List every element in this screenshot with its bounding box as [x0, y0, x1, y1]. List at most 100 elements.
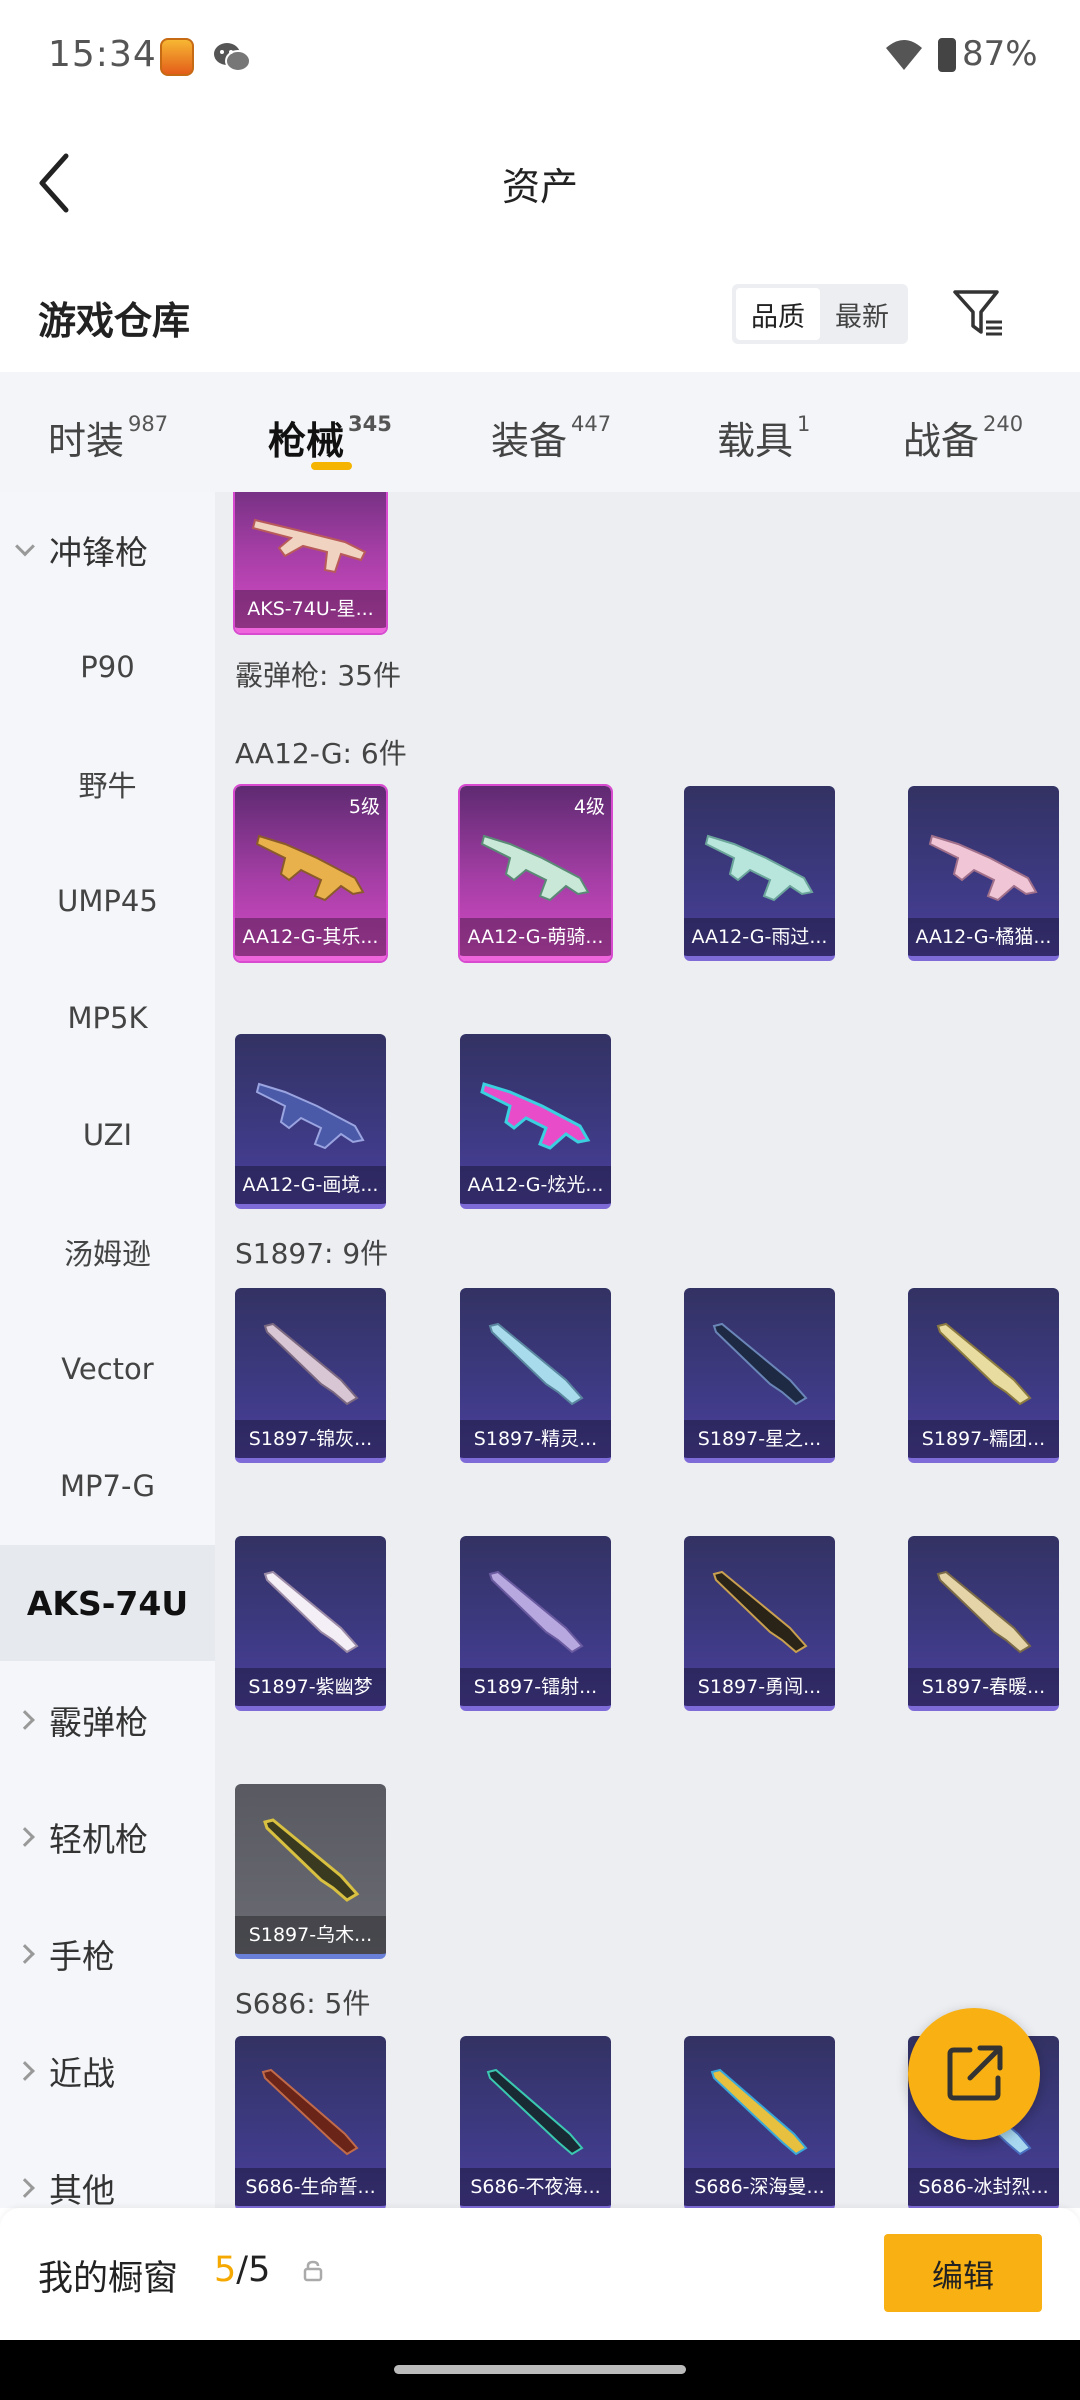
- tab-vehicles[interactable]: 载具 1: [717, 410, 810, 465]
- weapon-name: AA12-G-萌骑...: [460, 918, 611, 956]
- chevron-right-icon: [15, 1710, 35, 1730]
- share-external-icon: [947, 2045, 1003, 2101]
- pump-shotgun-icon: [488, 1322, 584, 1406]
- pump-shotgun-icon: [936, 1322, 1032, 1406]
- double-barrel-icon: [486, 2068, 584, 2156]
- edit-button[interactable]: 编辑: [884, 2234, 1042, 2312]
- sidebar-item-vector[interactable]: Vector: [0, 1311, 215, 1427]
- sidebar-item-thompson[interactable]: 汤姆逊: [0, 1194, 215, 1310]
- weapon-card[interactable]: 5级 AA12-G-其乐...: [233, 784, 388, 963]
- sidebar-item-p90[interactable]: P90: [0, 609, 215, 725]
- weapon-name: S1897-锦灰...: [235, 1420, 386, 1458]
- home-handle[interactable]: [394, 2365, 686, 2374]
- chevron-right-icon: [15, 1944, 35, 1964]
- weapon-name: S1897-勇闯...: [684, 1668, 835, 1706]
- weapon-card[interactable]: S686-深海曼...: [684, 2036, 835, 2208]
- battery-icon: [938, 38, 956, 72]
- section-title: 游戏仓库: [38, 299, 191, 343]
- sidebar-item-ump45[interactable]: UMP45: [0, 843, 215, 959]
- tab-fashion[interactable]: 时装 987: [48, 410, 168, 465]
- battery-level: 87%: [962, 34, 1038, 74]
- sidebar-item-mp7g[interactable]: MP7-G: [0, 1428, 215, 1544]
- filter-icon[interactable]: [952, 288, 1004, 338]
- category-tabs: 时装 987 枪械 345 装备 447 载具 1 战备 240: [0, 372, 1080, 492]
- weapon-card[interactable]: AA12-G-炫光...: [460, 1034, 611, 1209]
- tab-firearms[interactable]: 枪械 345: [268, 410, 392, 465]
- tab-count: 447: [571, 412, 612, 436]
- tab-equipment[interactable]: 装备 447: [491, 410, 611, 465]
- weapon-card[interactable]: AA12-G-橘猫...: [908, 786, 1059, 961]
- showcase-used: 5: [214, 2250, 237, 2290]
- weapon-name: S1897-镭射...: [460, 1668, 611, 1706]
- group-label-s686: S686: 5件: [235, 1987, 371, 2020]
- weapon-card[interactable]: S686-不夜海...: [460, 2036, 611, 2208]
- weapon-card[interactable]: S1897-乌木...: [235, 1784, 386, 1959]
- weapon-name: AKS-74U-星...: [235, 590, 386, 628]
- weapon-name: AA12-G-其乐...: [235, 918, 386, 956]
- sidebar-item-aks74u[interactable]: AKS-74U: [0, 1545, 215, 1661]
- weapon-card[interactable]: S1897-紫幽梦: [235, 1536, 386, 1711]
- chevron-right-icon: [15, 1827, 35, 1847]
- lock-icon: [303, 2260, 323, 2282]
- weapon-name: S686-冰封烈...: [908, 2168, 1059, 2206]
- weapon-card[interactable]: AA12-G-画境...: [235, 1034, 386, 1209]
- shotgun-icon: [928, 834, 1038, 902]
- weapon-grid[interactable]: AKS-74U-星... 霰弹枪: 35件 AA12-G: 6件 5级 AA12…: [215, 492, 1080, 2208]
- sidebar-item-label: 冲锋枪: [49, 533, 148, 572]
- sort-toggle[interactable]: 品质 最新: [732, 284, 908, 344]
- pump-shotgun-icon: [712, 1570, 808, 1654]
- weapon-card[interactable]: S1897-勇闯...: [684, 1536, 835, 1711]
- sidebar-group-melee[interactable]: 近战: [0, 2013, 215, 2129]
- weapon-name: AA12-G-雨过...: [684, 918, 835, 956]
- shotgun-total-label: 霰弹枪: 35件: [235, 659, 401, 692]
- double-barrel-icon: [261, 2068, 359, 2156]
- wechat-icon: [214, 43, 251, 72]
- tab-supplies[interactable]: 战备 240: [903, 410, 1023, 465]
- weapon-card[interactable]: S686-生命誓...: [235, 2036, 386, 2208]
- sidebar-item-mp5k[interactable]: MP5K: [0, 960, 215, 1076]
- tab-label: 载具: [717, 419, 794, 463]
- sidebar-item-bizon[interactable]: 野牛: [0, 726, 215, 842]
- weapon-card[interactable]: S1897-镭射...: [460, 1536, 611, 1711]
- my-showcase-label: 我的橱窗: [38, 2259, 179, 2299]
- weapon-card[interactable]: S1897-星之...: [684, 1288, 835, 1463]
- wifi-icon: [886, 40, 922, 70]
- weapon-card[interactable]: S1897-春暖...: [908, 1536, 1059, 1711]
- share-fab-button[interactable]: [908, 2008, 1040, 2140]
- weapon-card[interactable]: AA12-G-雨过...: [684, 786, 835, 961]
- tab-label: 枪械: [268, 419, 345, 463]
- weapon-category-sidebar[interactable]: 冲锋枪 P90 野牛 UMP45 MP5K UZI 汤姆逊 Vector MP7…: [0, 492, 215, 2208]
- showcase-count: 5/5: [214, 2250, 270, 2290]
- sidebar-item-label: 霰弹枪: [49, 1703, 148, 1742]
- showcase-total: /5: [236, 2250, 271, 2290]
- pump-shotgun-icon: [488, 1570, 584, 1654]
- weapon-name: S686-深海曼...: [684, 2168, 835, 2206]
- sort-quality-button[interactable]: 品质: [736, 288, 820, 340]
- sidebar-group-shotgun[interactable]: 霰弹枪: [0, 1662, 215, 1778]
- game-app-icon: [160, 38, 194, 76]
- tab-count: 240: [983, 412, 1024, 436]
- sidebar-item-label: 近战: [49, 2054, 115, 2093]
- sidebar-item-uzi[interactable]: UZI: [0, 1077, 215, 1193]
- status-time: 15:34: [48, 34, 157, 75]
- weapon-name: AA12-G-炫光...: [460, 1166, 611, 1204]
- weapon-name: AA12-G-画境...: [235, 1166, 386, 1204]
- chevron-right-icon: [15, 2061, 35, 2081]
- sort-newest-button[interactable]: 最新: [820, 288, 904, 340]
- weapon-card[interactable]: S1897-糯团...: [908, 1288, 1059, 1463]
- group-label-aa12g: AA12-G: 6件: [235, 737, 407, 770]
- chevron-right-icon: [15, 2178, 35, 2198]
- weapon-name: S1897-星之...: [684, 1420, 835, 1458]
- sidebar-group-other[interactable]: 其他: [0, 2130, 215, 2208]
- weapon-card[interactable]: 4级 AA12-G-萌骑...: [458, 784, 613, 963]
- sidebar-group-smg[interactable]: 冲锋枪: [0, 492, 215, 608]
- weapon-card[interactable]: AKS-74U-星...: [233, 492, 388, 635]
- weapon-card[interactable]: S1897-精灵...: [460, 1288, 611, 1463]
- sidebar-group-pistol[interactable]: 手枪: [0, 1896, 215, 2012]
- tab-label: 装备: [491, 419, 568, 463]
- tab-label: 战备: [903, 419, 980, 463]
- sidebar-group-lmg[interactable]: 轻机枪: [0, 1779, 215, 1895]
- shotgun-icon: [480, 1082, 591, 1150]
- weapon-name: S1897-紫幽梦: [235, 1668, 386, 1706]
- weapon-card[interactable]: S1897-锦灰...: [235, 1288, 386, 1463]
